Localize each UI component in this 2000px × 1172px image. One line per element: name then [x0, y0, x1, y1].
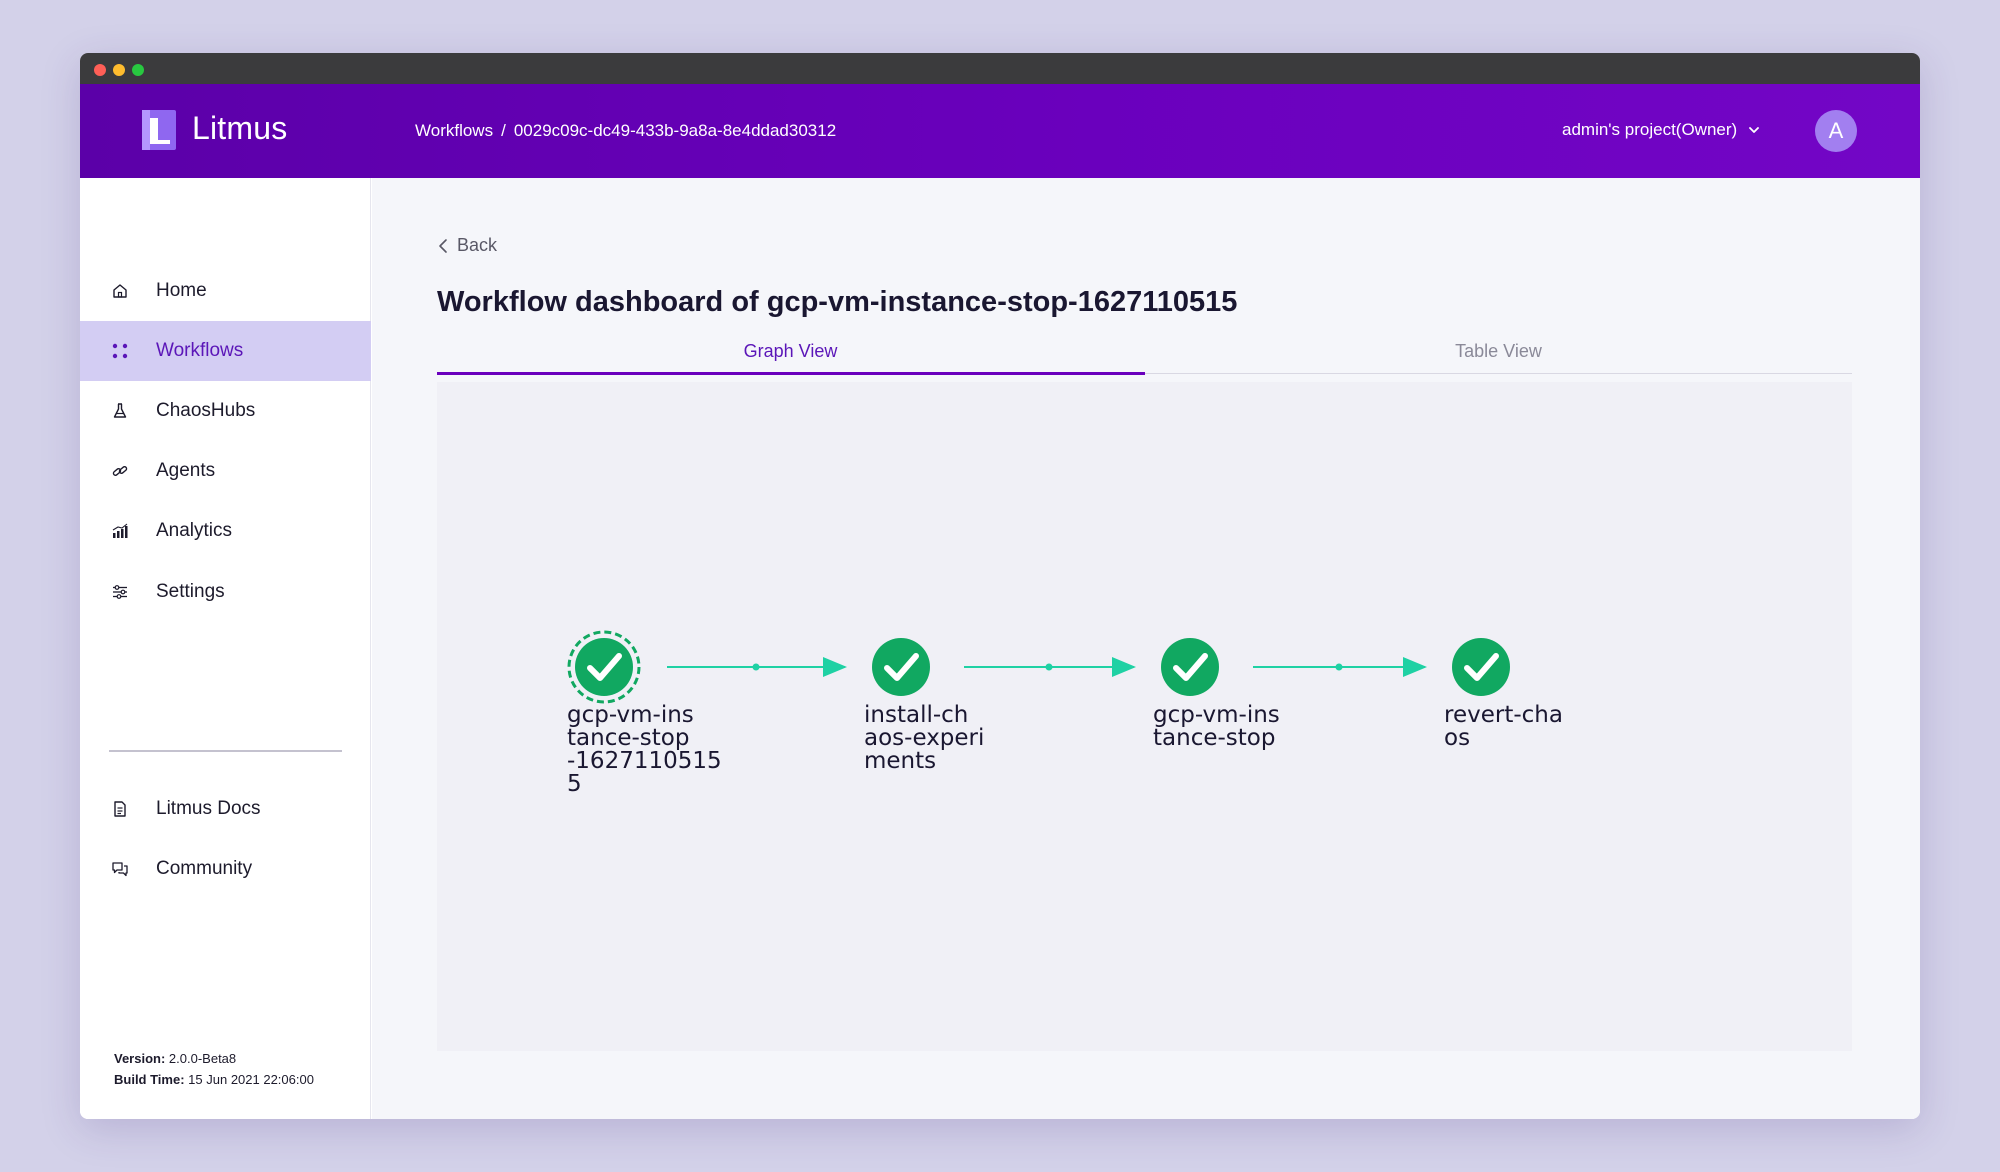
sidebar-item-settings[interactable]: Settings [80, 562, 371, 622]
graph-edge-midpoint [752, 663, 760, 671]
sidebar: Home Workflows ChaosHubs Agents Analytic… [80, 178, 371, 1119]
main-content: Back Workflow dashboard of gcp-vm-instan… [372, 178, 1920, 1119]
sidebar-item-label: Analytics [156, 520, 233, 541]
node-status-circle [1161, 638, 1219, 696]
tab-graph-view[interactable]: Graph View [437, 328, 1144, 374]
project-selector[interactable]: admin's project(Owner) [1562, 120, 1761, 140]
workflow-graph[interactable]: gcp-vm-ins tance-stop -1627110515 5 insta… [437, 382, 1852, 1051]
sidebar-item-analytics[interactable]: Analytics [80, 501, 371, 561]
graph-node[interactable] [1452, 638, 1510, 696]
version-label: Version: [114, 1051, 166, 1066]
maximize-window-button[interactable] [132, 64, 144, 76]
version-value: 2.0.0-Beta8 [168, 1051, 237, 1066]
sidebar-item-workflows[interactable]: Workflows [80, 321, 371, 381]
graph-node[interactable] [1161, 638, 1219, 696]
graph-node[interactable] [872, 638, 930, 696]
sidebar-item-community[interactable]: Community [80, 839, 371, 899]
graph-edge-midpoint [1045, 663, 1053, 671]
bar-chart-icon [111, 522, 129, 540]
view-tabs: Graph View Table View [437, 328, 1852, 375]
flask-icon [111, 402, 129, 420]
sidebar-divider [109, 750, 342, 752]
user-avatar[interactable]: A [1815, 110, 1857, 152]
version-info: Version: 2.0.0-Beta8 Build Time: 15 Jun … [114, 1048, 314, 1090]
graph-node-label: gcp-vm-ins tance-stop -1627110515 5 [567, 702, 722, 797]
back-button[interactable]: Back [437, 235, 497, 256]
sidebar-item-litmus-docs[interactable]: Litmus Docs [80, 779, 371, 839]
breadcrumb-current: 0029c09c-dc49-433b-9a8a-8e4ddad30312 [513, 121, 837, 140]
chevron-down-icon [1749, 127, 1760, 133]
sidebar-item-label: ChaosHubs [156, 400, 256, 421]
home-icon [111, 282, 129, 300]
tab-table-view[interactable]: Table View [1145, 328, 1852, 374]
brand-name[interactable]: Litmus [192, 110, 287, 147]
sidebar-item-label: Agents [156, 460, 216, 481]
app-window: Litmus Workflows / 0029c09c-dc49-433b-9a… [80, 53, 1920, 1119]
active-tab-indicator [437, 372, 1145, 375]
sliders-icon [111, 583, 129, 601]
sidebar-item-label: Litmus Docs [156, 798, 261, 819]
link-icon [111, 462, 129, 480]
chat-bubbles-icon [111, 860, 129, 878]
sidebar-item-home[interactable]: Home [80, 261, 371, 321]
sidebar-item-chaoshubs[interactable]: ChaosHubs [80, 381, 371, 441]
build-time-label: Build Time: [114, 1072, 185, 1087]
breadcrumb: Workflows / 0029c09c-dc49-433b-9a8a-8e4d… [415, 121, 836, 141]
window-titlebar [80, 53, 1920, 84]
document-icon [111, 800, 129, 818]
node-status-circle [1452, 638, 1510, 696]
app-header: Litmus Workflows / 0029c09c-dc49-433b-9a… [80, 84, 1920, 178]
minimize-window-button[interactable] [113, 64, 125, 76]
graph-node-label: revert-cha os [1444, 702, 1563, 751]
graph-node-label: install-ch aos-experi ments [864, 702, 985, 774]
node-status-circle [872, 638, 930, 696]
graph-node-label: gcp-vm-ins tance-stop [1153, 702, 1280, 751]
sidebar-item-label: Community [156, 858, 253, 879]
build-time-value: 15 Jun 2021 22:06:00 [188, 1072, 314, 1087]
back-label: Back [457, 235, 498, 255]
graph-node[interactable] [567, 630, 641, 704]
workflows-grid-icon [111, 342, 129, 360]
sidebar-item-label: Settings [156, 581, 225, 602]
sidebar-item-label: Home [156, 280, 207, 301]
chevron-left-icon [439, 238, 447, 253]
page-title: Workflow dashboard of gcp-vm-instance-st… [437, 286, 1238, 318]
breadcrumb-separator: / [501, 121, 506, 140]
graph-edge-midpoint [1335, 663, 1343, 671]
litmus-logo-icon[interactable] [142, 110, 176, 150]
project-name: admin's project(Owner) [1562, 120, 1738, 139]
close-window-button[interactable] [94, 64, 106, 76]
sidebar-item-label: Workflows [156, 340, 244, 361]
node-status-circle [575, 638, 633, 696]
sidebar-item-agents[interactable]: Agents [80, 441, 371, 501]
breadcrumb-workflows-link[interactable]: Workflows [415, 121, 493, 141]
